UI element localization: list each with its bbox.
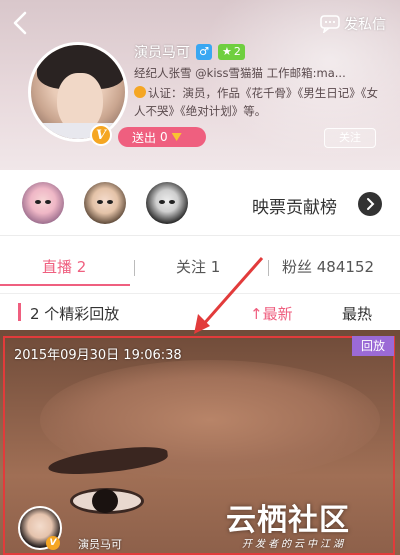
top-fan-avatar-1[interactable] [22,182,64,224]
profile-header: 发私信 V 演员马可 ♂ ★ 2 经纪人张雪 @kiss雪猫猫 工作邮箱:ma.… [0,0,400,170]
star-icon: ★ [222,45,232,58]
verified-v-badge: V [46,536,60,550]
send-count: 0 [160,130,168,144]
send-label: 送出 [132,130,157,145]
avatar[interactable] [28,42,128,142]
send-message-label: 发私信 [344,17,386,33]
tab-fans[interactable]: 粉丝 484152 [282,256,374,277]
replay-count: 2 个精彩回放 [30,305,120,323]
sort-latest-button[interactable]: ↑最新 [250,303,293,324]
diamond-icon [171,133,182,141]
follow-button[interactable]: 关注 [324,128,376,148]
verified-v-badge: V [90,124,112,146]
sort-hot-button[interactable]: 最热 [342,303,372,324]
streamer-name: 演员马可 [78,538,122,551]
active-tab-indicator [0,284,130,286]
user-name: 演员马可 [134,45,190,61]
section-marker [18,303,21,321]
chat-bubble-icon [320,15,340,33]
bio-line-2-text: 认证：演员，作品《花千骨》《男生日记》《女人不哭》《绝对计划》等。 [134,86,378,118]
watermark: 云栖社区 开发者的云中江湖 [226,495,396,553]
tab-following[interactable]: 关注 1 [176,256,220,277]
tab-divider [268,260,269,276]
name-row: 演员马可 ♂ ★ 2 [134,42,245,62]
send-message-button[interactable]: 发私信 [320,14,386,34]
gifts-sent-badge: 送出 0 [118,127,206,147]
profile-tabs: 直播 2 关注 1 粉丝 484152 [0,248,400,286]
top-fan-avatar-3[interactable] [146,182,188,224]
bio-line-1: 经纪人张雪 @kiss雪猫猫 工作邮箱:ma... [134,66,346,80]
contribution-board-label: 映票贡献榜 [252,198,337,218]
level-value: 2 [233,45,241,58]
contribution-board[interactable]: 映票贡献榜 [0,170,400,236]
level-badge: ★ 2 [218,44,245,60]
certified-icon [134,86,146,98]
replay-timestamp: 2015年09月30日 19:06:38 [14,348,182,363]
bio-line-2: 认证：演员，作品《花千骨》《男生日记》《女人不哭》《绝对计划》等。 [134,84,386,120]
tab-live[interactable]: 直播 2 [42,256,86,277]
top-fan-avatar-2[interactable] [84,182,126,224]
tab-divider [134,260,135,276]
chevron-right-icon[interactable] [358,192,382,216]
back-button[interactable] [8,8,34,38]
watermark-logo: 云栖社区 [226,503,350,538]
replay-filter-bar: 2 个精彩回放 ↑最新 最热 [0,293,400,329]
male-gender-icon: ♂ [196,44,212,60]
watermark-subtitle: 开发者的云中江湖 [242,539,346,550]
replay-tag: 回放 [352,336,394,356]
chevron-left-icon [13,11,27,35]
